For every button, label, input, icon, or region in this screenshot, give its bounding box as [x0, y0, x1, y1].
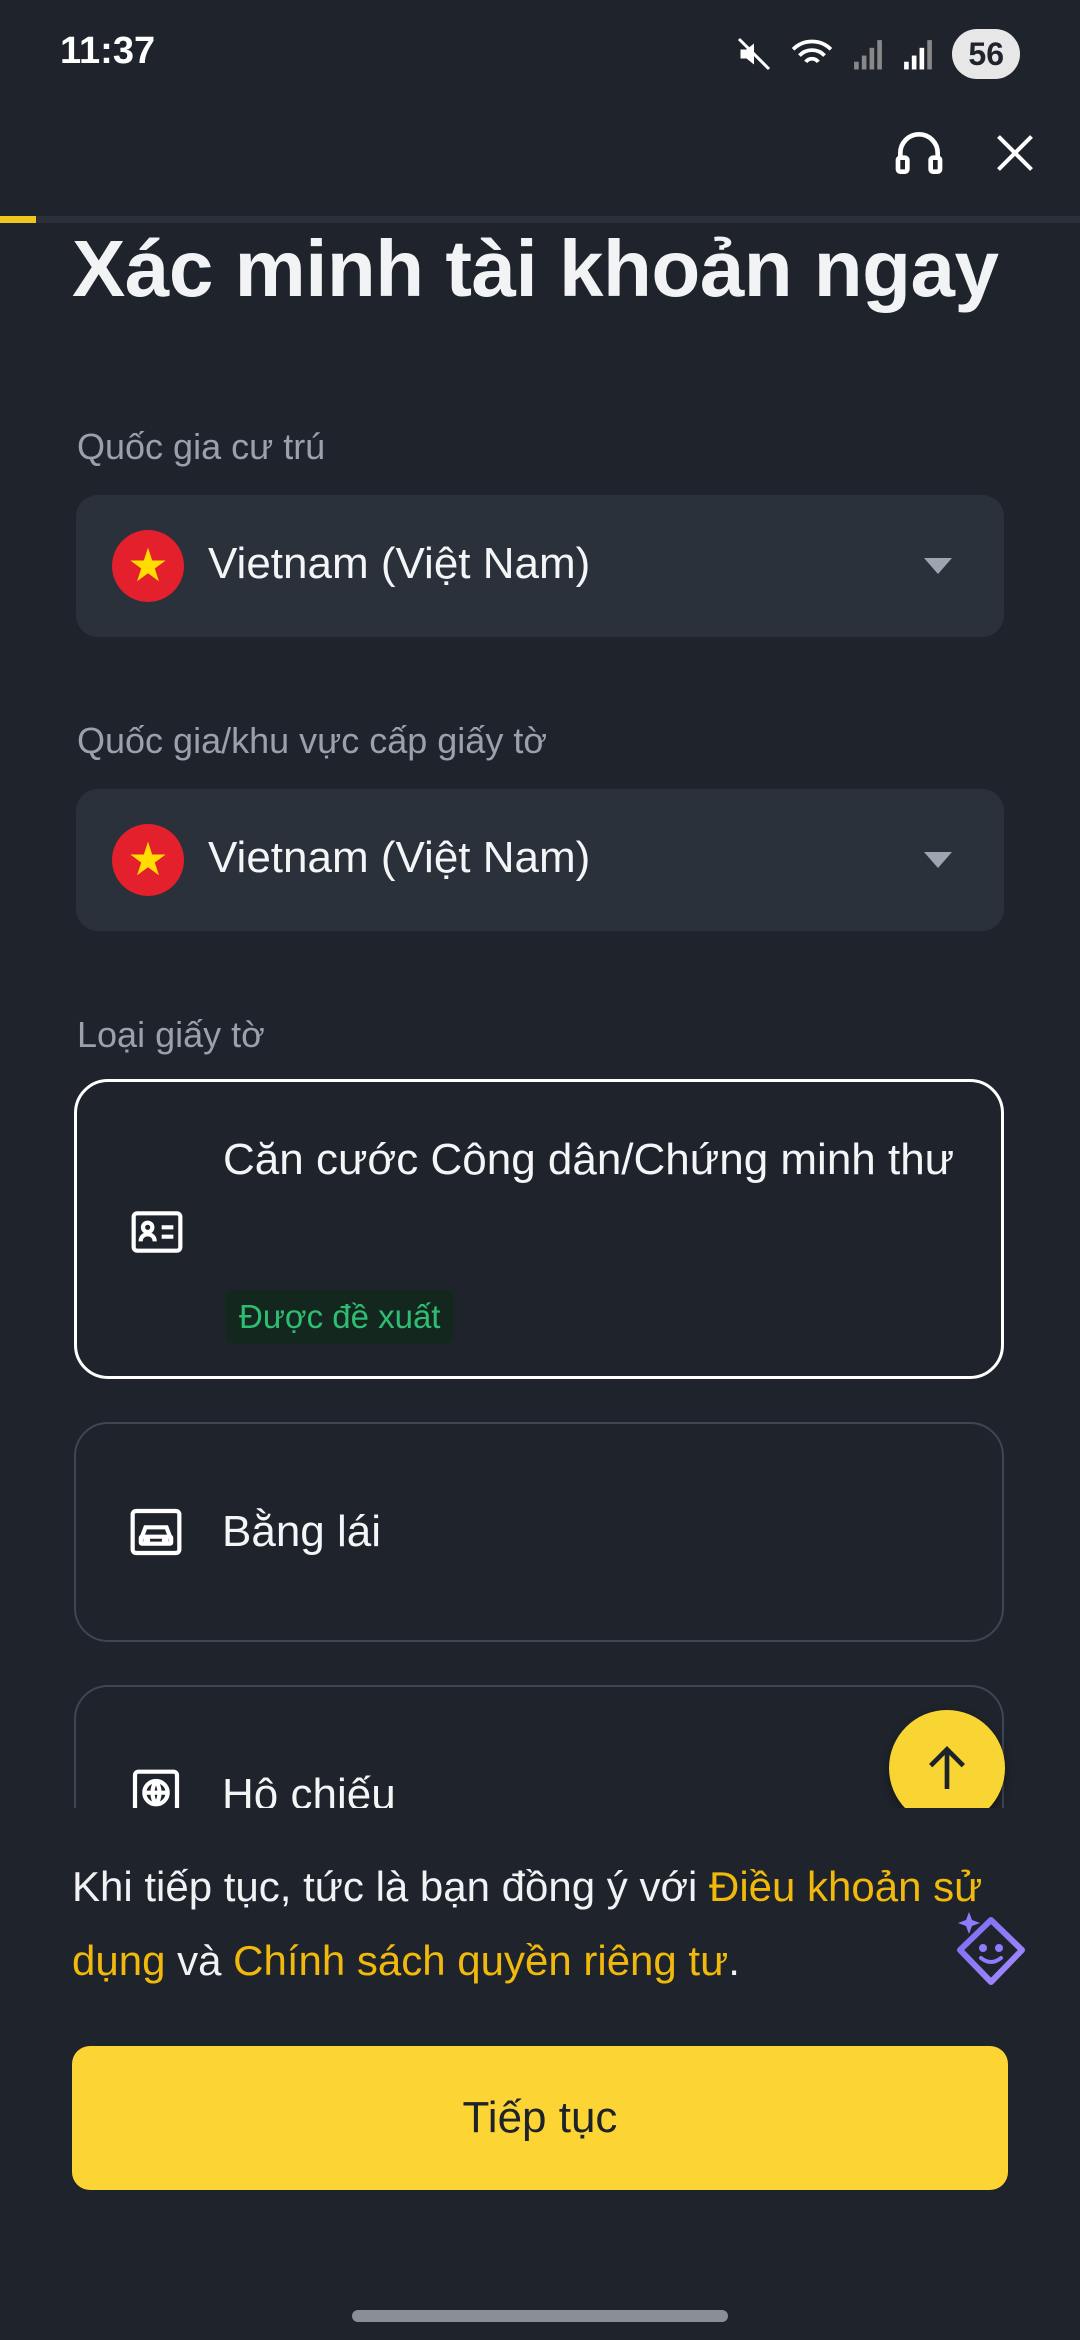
- battery-indicator: 56: [952, 29, 1020, 79]
- close-button[interactable]: [980, 118, 1050, 188]
- residence-label: Quốc gia cư trú: [77, 426, 326, 467]
- signal-icon: [904, 40, 933, 70]
- issuing-select[interactable]: ★ Vietnam (Việt Nam): [76, 789, 1004, 931]
- consent-text: Khi tiếp tục, tức là bạn đồng ý với Điều…: [72, 1850, 1012, 1998]
- document-option-title: Hộ chiếu: [222, 1770, 396, 1808]
- vietnam-flag-icon: ★: [112, 824, 184, 896]
- chevron-down-icon: [924, 852, 952, 868]
- issuing-value: Vietnam (Việt Nam): [208, 833, 591, 882]
- residence-select[interactable]: ★ Vietnam (Việt Nam): [76, 495, 1004, 637]
- privacy-link[interactable]: Chính sách quyền riêng tư: [233, 1937, 728, 1984]
- document-option-driver-license[interactable]: Bằng lái: [74, 1422, 1004, 1642]
- support-button[interactable]: [884, 118, 954, 188]
- progress-indicator: [0, 216, 36, 223]
- page-title: Xác minh tài khoản ngay: [72, 224, 999, 313]
- consent-middle: và: [165, 1937, 234, 1984]
- document-option-title: Căn cước Công dân/Chứng minh thư: [223, 1135, 955, 1184]
- signal-icon: [854, 40, 883, 70]
- residence-value: Vietnam (Việt Nam): [208, 539, 591, 588]
- ai-assistant-icon: [957, 1912, 1025, 1985]
- status-time: 11:37: [60, 30, 156, 72]
- id-card-icon: [131, 1211, 183, 1253]
- wifi-icon: [792, 39, 833, 64]
- document-type-label: Loại giấy tờ: [77, 1014, 265, 1055]
- passport-icon: [132, 1769, 180, 1808]
- home-indicator[interactable]: [352, 2310, 728, 2322]
- status-icons: 56: [736, 28, 1020, 80]
- form-scroll-area[interactable]: Xác minh tài khoản ngay Quốc gia cư trú …: [0, 223, 1080, 1808]
- header-divider: [0, 216, 1080, 223]
- close-icon: [997, 135, 1033, 171]
- vietnam-flag-icon: ★: [112, 530, 184, 602]
- document-option-title: Bằng lái: [222, 1507, 382, 1556]
- arrow-up-icon: [929, 1746, 965, 1789]
- consent-prefix: Khi tiếp tục, tức là bạn đồng ý với: [72, 1863, 709, 1910]
- chevron-down-icon: [924, 558, 952, 574]
- consent-suffix: .: [728, 1937, 740, 1984]
- mute-icon: [738, 37, 771, 71]
- document-option-id-card[interactable]: Căn cước Công dân/Chứng minh thư Được đề…: [74, 1079, 1004, 1379]
- assistant-button[interactable]: [936, 1898, 1046, 2008]
- headset-icon: [895, 132, 943, 175]
- document-option-passport[interactable]: Hộ chiếu: [74, 1685, 1004, 1808]
- issuing-label: Quốc gia/khu vực cấp giấy tờ: [77, 720, 547, 761]
- car-icon: [130, 1508, 182, 1556]
- recommended-badge: Được đề xuất: [225, 1290, 455, 1344]
- continue-button[interactable]: Tiếp tục: [72, 2046, 1008, 2190]
